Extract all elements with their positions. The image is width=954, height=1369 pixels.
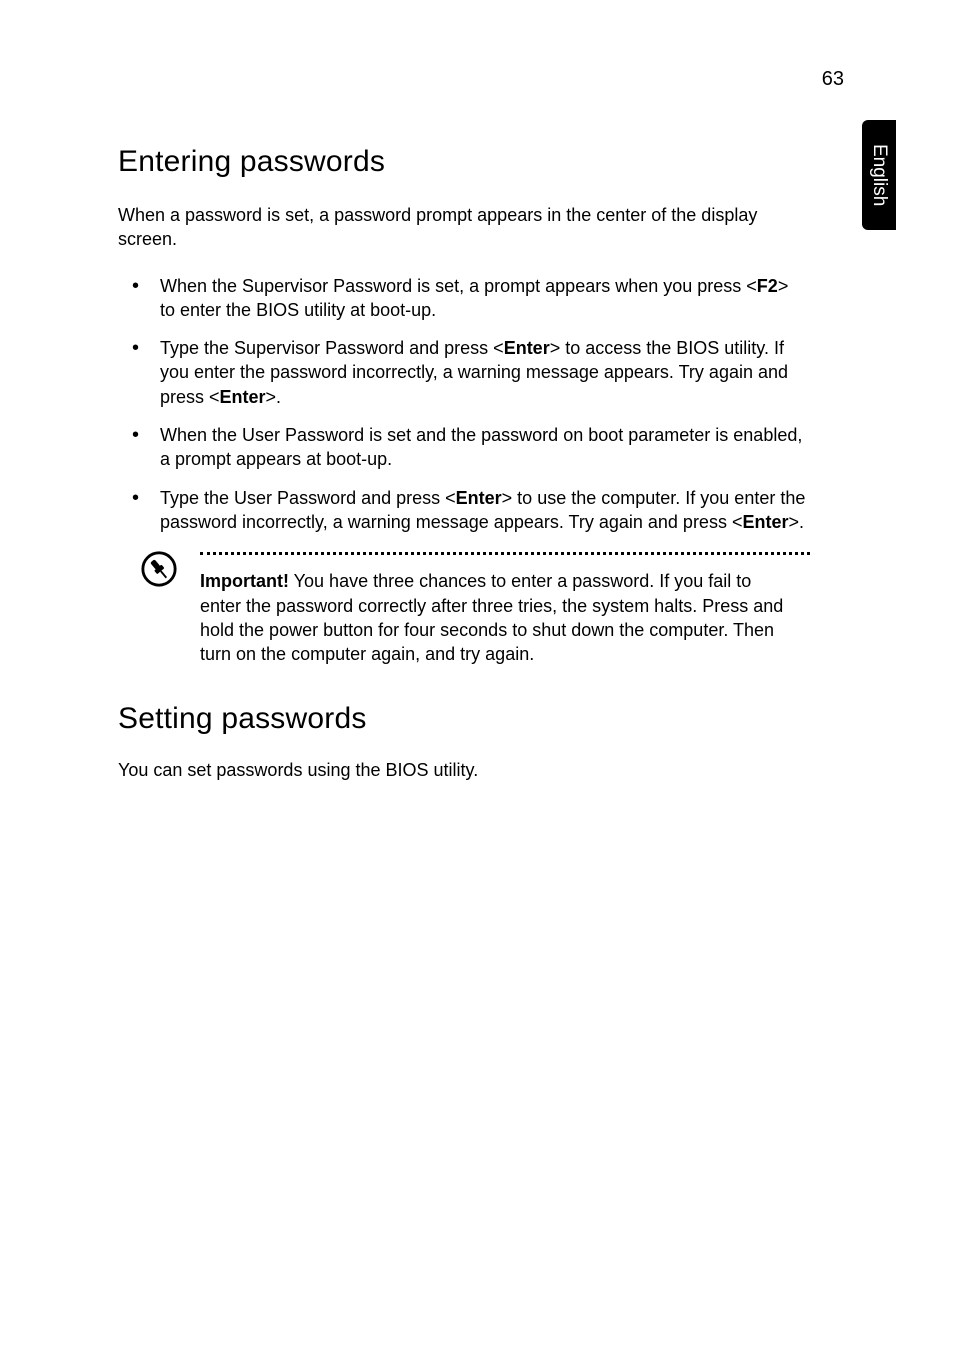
heading-setting-passwords: Setting passwords — [118, 702, 806, 736]
key-label: Enter — [504, 338, 550, 358]
note-text: Important! You have three chances to ent… — [200, 569, 796, 666]
heading-entering-passwords: Entering passwords — [118, 145, 806, 179]
page-content: Entering passwords When a password is se… — [118, 145, 806, 781]
bullet-item: When the User Password is set and the pa… — [118, 423, 806, 472]
bullet-item: Type the Supervisor Password and press <… — [118, 336, 806, 409]
bullet-text: Type the User Password and press < — [160, 488, 456, 508]
note-label: Important! — [200, 571, 289, 591]
divider — [200, 552, 810, 555]
language-tab: English — [862, 120, 896, 230]
key-label: Enter — [742, 512, 788, 532]
bullet-item: Type the User Password and press <Enter>… — [118, 486, 806, 535]
key-label: Enter — [456, 488, 502, 508]
bullet-text: >. — [266, 387, 282, 407]
bullet-item: When the Supervisor Password is set, a p… — [118, 274, 806, 323]
intro-paragraph: When a password is set, a password promp… — [118, 203, 806, 252]
page-number: 63 — [822, 68, 844, 91]
key-label: F2 — [757, 276, 778, 296]
pushpin-icon — [140, 550, 178, 588]
bullet-text: When the Supervisor Password is set, a p… — [160, 276, 757, 296]
bullet-text: >. — [788, 512, 804, 532]
bullet-text: Type the Supervisor Password and press < — [160, 338, 504, 358]
key-label: Enter — [220, 387, 266, 407]
bullet-text: When the User Password is set and the pa… — [160, 425, 802, 469]
closing-paragraph: You can set passwords using the BIOS uti… — [118, 760, 806, 781]
important-note: Important! You have three chances to ent… — [118, 552, 806, 666]
bullet-list: When the Supervisor Password is set, a p… — [118, 274, 806, 535]
